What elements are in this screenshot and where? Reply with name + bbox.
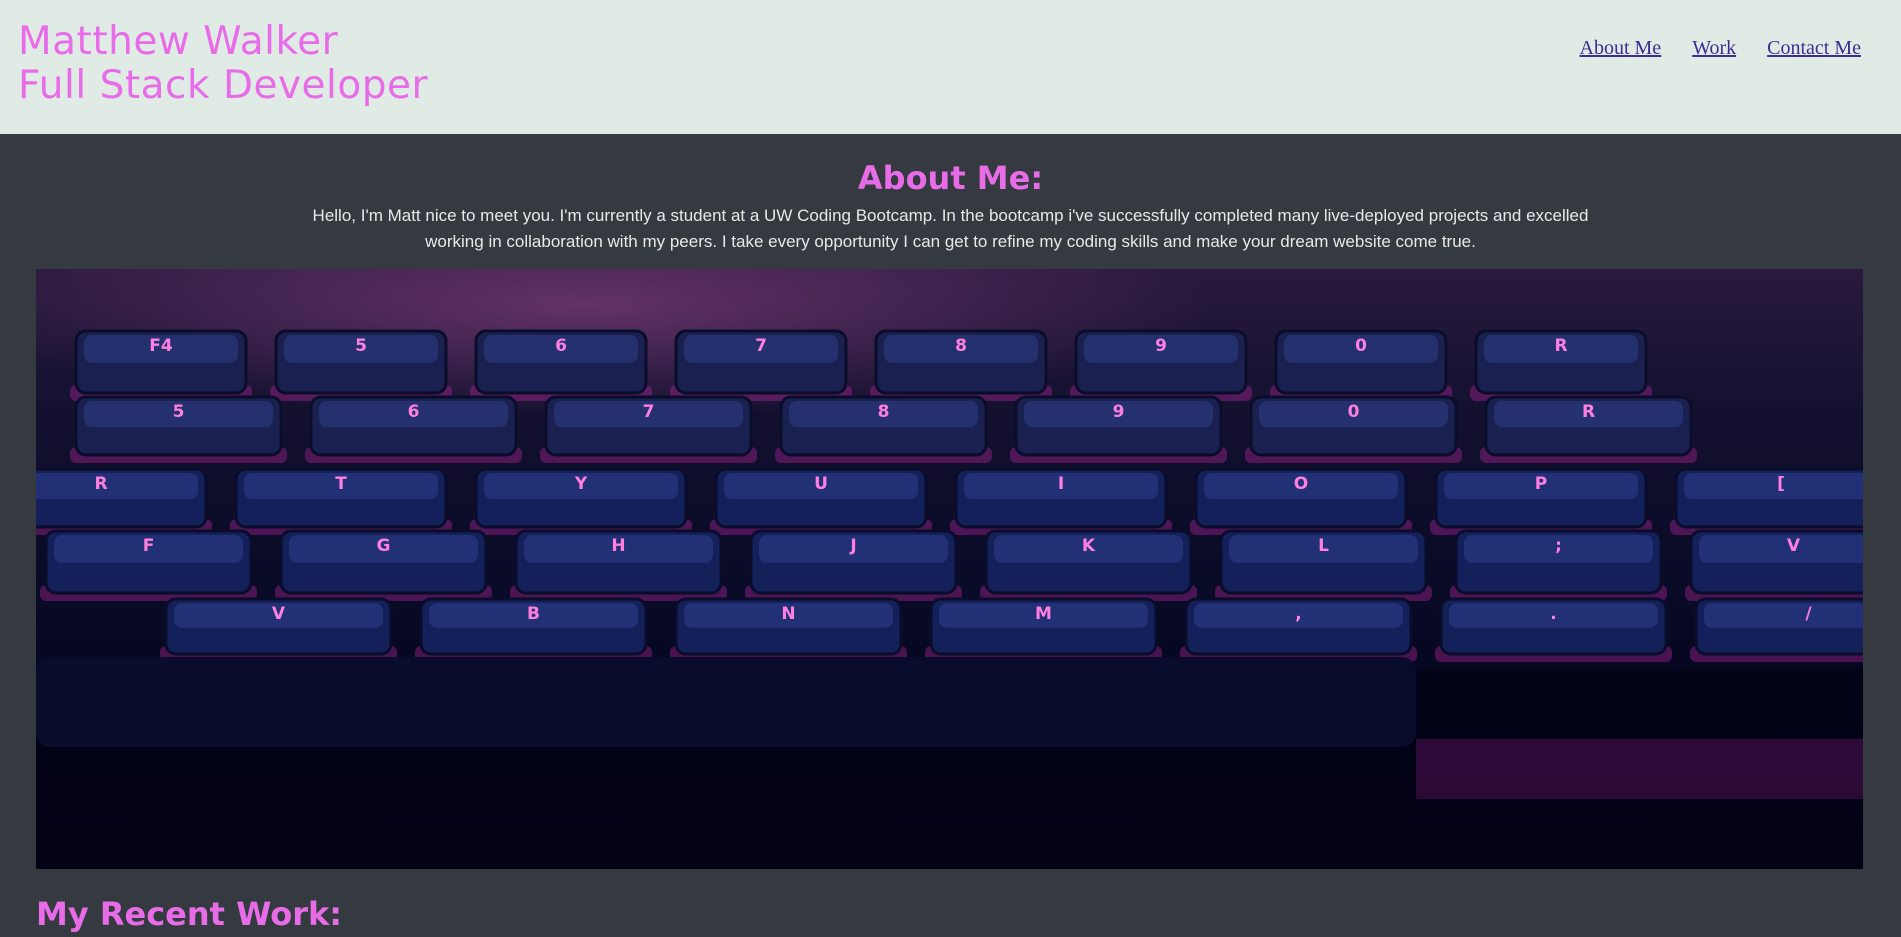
key-label: V — [1787, 536, 1801, 556]
keyboard-illustration: F4 5 6 7 8 9 0 R 5 6 7 8 9 0 R R T Y U I O P [ F G H J K L; V V B N M,. / — [36, 329, 1863, 869]
key-label: N — [781, 604, 795, 624]
keycap: I — [950, 467, 1172, 535]
site-brand: Matthew Walker Full Stack Developer — [18, 20, 428, 108]
key-label: 9 — [1113, 402, 1125, 422]
underglow — [1416, 739, 1863, 799]
key-label: 0 — [1355, 336, 1367, 356]
keycap: 7 — [540, 395, 757, 463]
keycap: 6 — [305, 395, 522, 463]
key-highlight — [1699, 535, 1863, 563]
key-label: F4 — [149, 336, 173, 356]
key-label: 8 — [955, 336, 967, 356]
key-highlight — [1704, 603, 1863, 628]
key-label: 6 — [408, 402, 420, 422]
keycap: R — [36, 467, 212, 535]
key-label: 7 — [643, 402, 655, 422]
key-label: ; — [1555, 536, 1562, 556]
recent-work-title: My Recent Work: — [36, 895, 343, 933]
key-label: U — [814, 474, 828, 494]
keycap: Y — [470, 467, 692, 535]
key-label: 5 — [355, 336, 367, 356]
key-label: G — [377, 536, 391, 556]
keycap: L — [1215, 529, 1432, 601]
key-label: R — [94, 474, 107, 494]
key-label: I — [1058, 474, 1064, 494]
keycap: 8 — [870, 329, 1052, 401]
keycap: 5 — [70, 395, 287, 463]
keycap: 6 — [470, 329, 652, 401]
site-header: Matthew Walker Full Stack Developer Abou… — [0, 0, 1901, 134]
keycap: G — [275, 529, 492, 601]
space-bar — [36, 657, 1416, 747]
key-label: [ — [1777, 474, 1785, 494]
keycap: 7 — [670, 329, 852, 401]
nav-link-about[interactable]: About Me — [1580, 37, 1662, 60]
key-label: F — [143, 536, 155, 556]
key-label: T — [335, 474, 347, 494]
keycap: V — [1685, 529, 1863, 601]
nav-link-contact[interactable]: Contact Me — [1767, 37, 1861, 60]
key-label: , — [1295, 604, 1301, 624]
keycap: J — [745, 529, 962, 601]
keycap: 9 — [1010, 395, 1227, 463]
key-label: R — [1554, 336, 1567, 356]
key-highlight — [1684, 473, 1863, 500]
keycap: N — [670, 597, 907, 662]
key-label: . — [1550, 604, 1556, 624]
keycap: T — [230, 467, 452, 535]
keycap: , — [1180, 597, 1417, 662]
keycap: R — [1470, 329, 1652, 401]
key-highlight — [36, 473, 198, 500]
key-label: K — [1082, 536, 1096, 556]
keycap: U — [710, 467, 932, 535]
key-label: 7 — [755, 336, 767, 356]
main-content: About Me: Hello, I'm Matt nice to meet y… — [0, 159, 1901, 933]
keycap: 8 — [775, 395, 992, 463]
about-section: About Me: Hello, I'm Matt nice to meet y… — [36, 159, 1865, 255]
about-text: Hello, I'm Matt nice to meet you. I'm cu… — [312, 206, 1589, 251]
keycap: R — [1480, 395, 1697, 463]
about-title: About Me: — [857, 159, 1044, 197]
keycap: B — [415, 597, 652, 662]
key-label: 9 — [1155, 336, 1167, 356]
keycap: F — [40, 529, 257, 601]
keycap: P — [1430, 467, 1652, 535]
main-nav: About Me Work Contact Me — [1580, 37, 1861, 60]
keycap: 0 — [1245, 395, 1462, 463]
key-label: 6 — [555, 336, 567, 356]
key-label: 0 — [1348, 402, 1360, 422]
keycap: [ — [1670, 467, 1863, 535]
nav-link-work[interactable]: Work — [1692, 37, 1736, 60]
brand-name: Matthew Walker — [18, 19, 339, 64]
key-label: P — [1535, 474, 1547, 494]
key-label: / — [1805, 604, 1812, 624]
key-label: H — [611, 536, 625, 556]
key-label: 5 — [173, 402, 185, 422]
keycap: 9 — [1070, 329, 1252, 401]
key-label: J — [849, 536, 856, 556]
keycap: / — [1690, 597, 1863, 662]
key-label: Y — [574, 474, 588, 494]
key-label: O — [1294, 474, 1308, 494]
key-label: 8 — [878, 402, 890, 422]
keycap: . — [1435, 597, 1672, 662]
keyboard-hero-image: F4 5 6 7 8 9 0 R 5 6 7 8 9 0 R R T Y U I O P [ F G H J K L; V V B N M,. / — [36, 269, 1863, 869]
keycap: 5 — [270, 329, 452, 401]
keycap: F4 — [70, 329, 252, 401]
keycap: M — [925, 597, 1162, 662]
key-label: V — [272, 604, 286, 624]
keycap: ; — [1450, 529, 1667, 601]
keycap: O — [1190, 467, 1412, 535]
key-label: L — [1318, 536, 1329, 556]
keycap: 0 — [1270, 329, 1452, 401]
brand-role: Full Stack Developer — [18, 63, 429, 108]
keycap: V — [160, 597, 397, 662]
key-label: M — [1035, 604, 1052, 624]
key-label: B — [527, 604, 540, 624]
key-label: R — [1582, 402, 1595, 422]
keycap: K — [980, 529, 1197, 601]
keycap: H — [510, 529, 727, 601]
